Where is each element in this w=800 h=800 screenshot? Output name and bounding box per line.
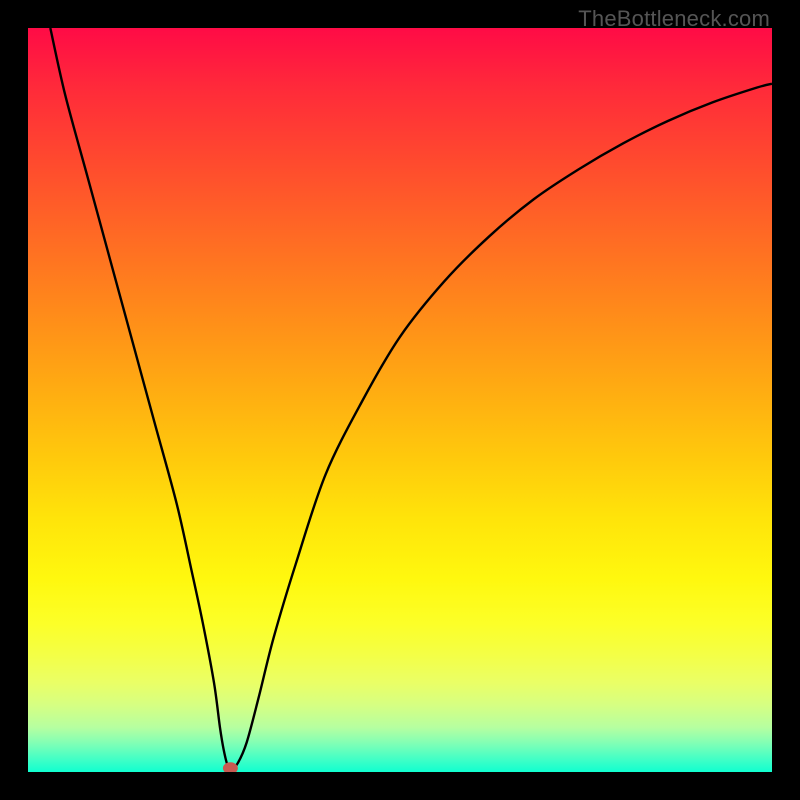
watermark-text: TheBottleneck.com	[578, 6, 770, 32]
bottleneck-curve	[50, 28, 772, 768]
chart-svg	[28, 28, 772, 772]
chart-frame: TheBottleneck.com	[0, 0, 800, 800]
plot-area	[28, 28, 772, 772]
minimum-marker	[223, 763, 237, 772]
